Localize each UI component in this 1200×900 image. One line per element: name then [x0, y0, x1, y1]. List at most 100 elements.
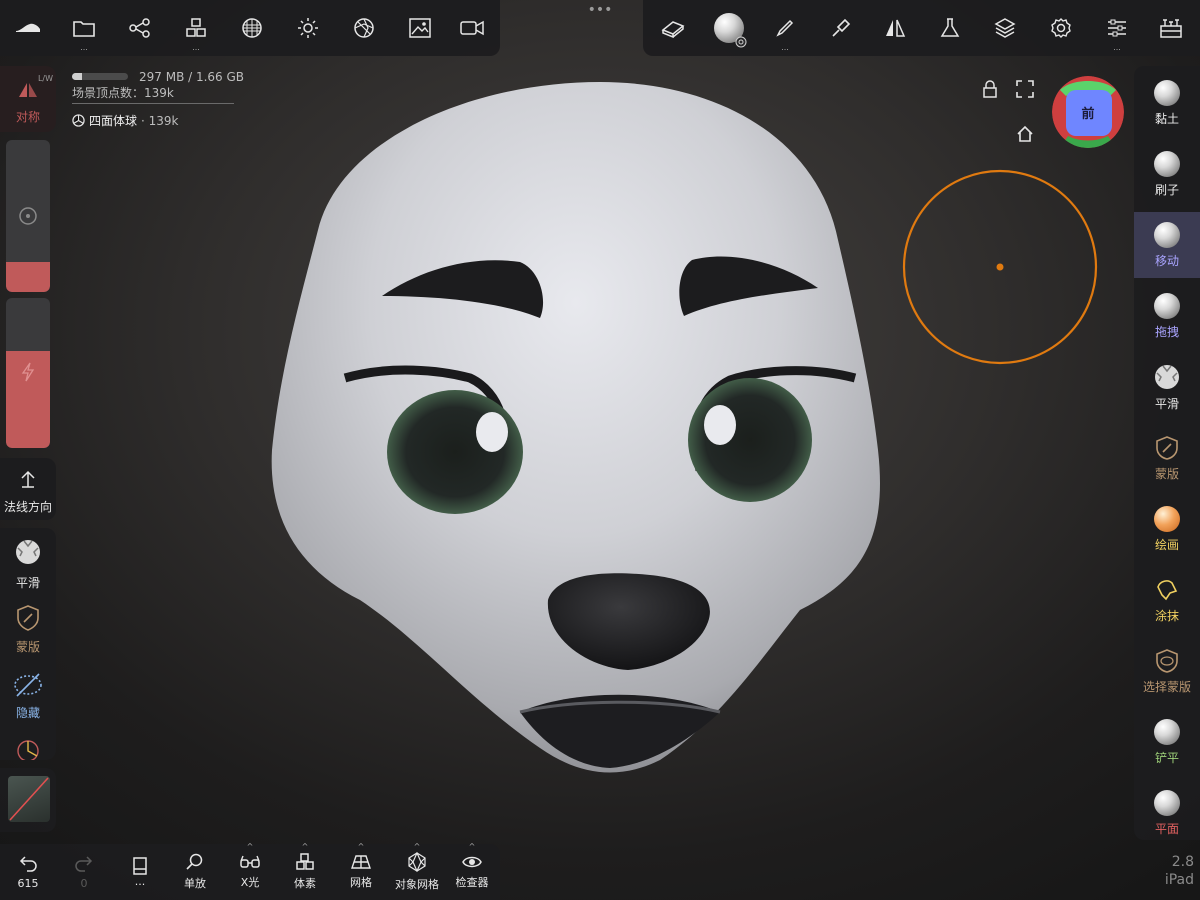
search-icon	[186, 853, 203, 870]
right-tool-plane[interactable]: 平面	[1134, 780, 1200, 840]
primitives-menu-dots: ...	[192, 43, 200, 52]
undo-button[interactable]: 615	[0, 844, 56, 900]
stroke-icon[interactable]	[813, 0, 869, 56]
quick-tools-panel: 平滑 蒙版 隐藏	[0, 528, 56, 760]
glasses-icon	[240, 855, 260, 868]
redo-icon	[75, 855, 93, 872]
memory-usage: 297 MB / 1.66 GB	[139, 70, 245, 84]
symmetry-toggle[interactable]: L/W 对称	[0, 66, 56, 132]
eraser-icon[interactable]	[645, 0, 701, 56]
brush-cursor	[902, 169, 1098, 365]
top-center-handle[interactable]: •••	[580, 2, 620, 18]
right-tool-brush[interactable]: 刷子	[1134, 141, 1200, 207]
paint-icon	[1154, 505, 1180, 532]
view-cube[interactable]: 前	[1052, 76, 1124, 148]
normal-direction-label: 法线方向	[3, 500, 52, 514]
right-tool-label: 涂抹	[1154, 608, 1179, 623]
symmetry-icon-left	[19, 83, 37, 97]
scene-graph-icon[interactable]	[112, 0, 168, 56]
quick-tool-smooth[interactable]: 平滑	[0, 534, 56, 594]
inspector-label: 检查器	[455, 876, 489, 889]
transform-gizmo-icon	[17, 740, 39, 760]
folder-icon[interactable]: ...	[56, 0, 112, 56]
grid-button[interactable]: ^ 网格	[333, 842, 389, 900]
lock-camera-icon[interactable]	[980, 79, 1000, 99]
fullscreen-icon[interactable]	[1015, 79, 1035, 99]
radius-slider[interactable]	[6, 140, 50, 292]
left-eye	[387, 390, 523, 514]
right-tool-move[interactable]: 移动	[1134, 212, 1200, 278]
hide-icon	[14, 673, 42, 697]
stats-divider	[72, 103, 234, 104]
quick-tool-mask[interactable]: 蒙版	[0, 600, 56, 660]
wireframe-caret-icon: ^	[413, 842, 421, 851]
folder-menu-dots: ...	[80, 43, 88, 52]
normal-direction-button[interactable]: 法线方向	[0, 458, 56, 520]
right-tool-flatten[interactable]: 铲平	[1134, 709, 1200, 775]
interface-icon[interactable]	[1143, 0, 1199, 56]
redo-button[interactable]: 0	[56, 844, 112, 900]
right-tool-label: 绘画	[1154, 537, 1179, 552]
sliders-icon[interactable]: ...	[1089, 0, 1145, 56]
symmetry-icon[interactable]	[867, 0, 923, 56]
right-tool-smudge[interactable]: 涂抹	[1134, 567, 1200, 633]
nomad-logo-icon[interactable]	[0, 0, 56, 56]
primitives-icon[interactable]: ...	[168, 0, 224, 56]
document-button[interactable]: ...	[112, 844, 168, 900]
material-swatch	[8, 776, 50, 822]
shading-icon[interactable]	[336, 0, 392, 56]
voxel-icon	[296, 853, 314, 870]
material-preview[interactable]	[0, 768, 56, 832]
right-tool-mask[interactable]: 蒙版	[1134, 425, 1200, 491]
home-view-icon[interactable]	[1015, 124, 1035, 144]
xray-button[interactable]: ^ X光	[222, 842, 278, 900]
clay-icon	[1154, 79, 1180, 106]
active-brush-icon[interactable]	[701, 0, 757, 56]
mask-icon	[1155, 435, 1179, 461]
right-tool-paint[interactable]: 绘画	[1134, 496, 1200, 562]
layers-icon[interactable]	[977, 0, 1033, 56]
symmetry-mode-label: L/W	[37, 74, 53, 83]
sculpted-head[interactable]	[271, 82, 880, 773]
grid-label: 网格	[350, 876, 372, 889]
right-tool-select-mask[interactable]: 选择蒙版	[1134, 638, 1200, 704]
smooth-icon	[16, 540, 40, 564]
right-tool-label: 平滑	[1154, 396, 1179, 411]
right-tools-panel: 黏土刷子移动 拖拽平滑蒙版绘画涂抹选择蒙版 铲平 平面	[1134, 66, 1200, 840]
arrow-up-icon	[21, 470, 35, 488]
inspector-caret-icon: ^	[468, 842, 476, 851]
undo-icon	[19, 855, 37, 872]
lighting-icon[interactable]	[280, 0, 336, 56]
topology-icon[interactable]	[224, 0, 280, 56]
quick-tool-hide[interactable]: 隐藏	[0, 666, 56, 726]
object-name: 四面体球	[89, 114, 138, 128]
symmetry-label: 对称	[15, 110, 40, 124]
object-icon	[72, 114, 85, 127]
right-tool-smooth[interactable]: 平滑	[1134, 354, 1200, 420]
smooth-icon	[1153, 363, 1181, 391]
brush-icon	[1154, 150, 1180, 177]
voxel-button[interactable]: ^ 体素	[277, 842, 333, 900]
flatten-icon	[1154, 718, 1180, 745]
inspector-button[interactable]: ^ 检查器	[444, 842, 500, 900]
select-mask-icon	[1154, 648, 1180, 674]
undo-count: 615	[17, 876, 39, 890]
right-tool-drag[interactable]: 拖拽	[1134, 283, 1200, 349]
version-number: 2.8	[1171, 854, 1194, 870]
eye-icon	[462, 856, 482, 868]
view-cube-face-label: 前	[1081, 106, 1095, 122]
video-record-icon[interactable]	[444, 0, 500, 56]
active-object[interactable]: 四面体球 · 139k	[72, 112, 179, 129]
right-tool-clay[interactable]: 黏土	[1134, 70, 1200, 136]
settings-icon[interactable]	[1033, 0, 1089, 56]
solo-button[interactable]: 单放	[167, 844, 223, 900]
intensity-slider[interactable]	[6, 298, 50, 448]
wireframe-button[interactable]: ^ 对象网格	[389, 842, 445, 900]
flask-icon[interactable]	[922, 0, 978, 56]
right-tool-label: 蒙版	[1154, 466, 1179, 481]
right-tool-label: 刷子	[1154, 182, 1179, 197]
quick-tool-partial[interactable]	[0, 732, 56, 760]
right-tool-label: 黏土	[1154, 111, 1179, 126]
background-image-icon[interactable]	[392, 0, 448, 56]
paint-brush-icon[interactable]: ...	[757, 0, 813, 56]
